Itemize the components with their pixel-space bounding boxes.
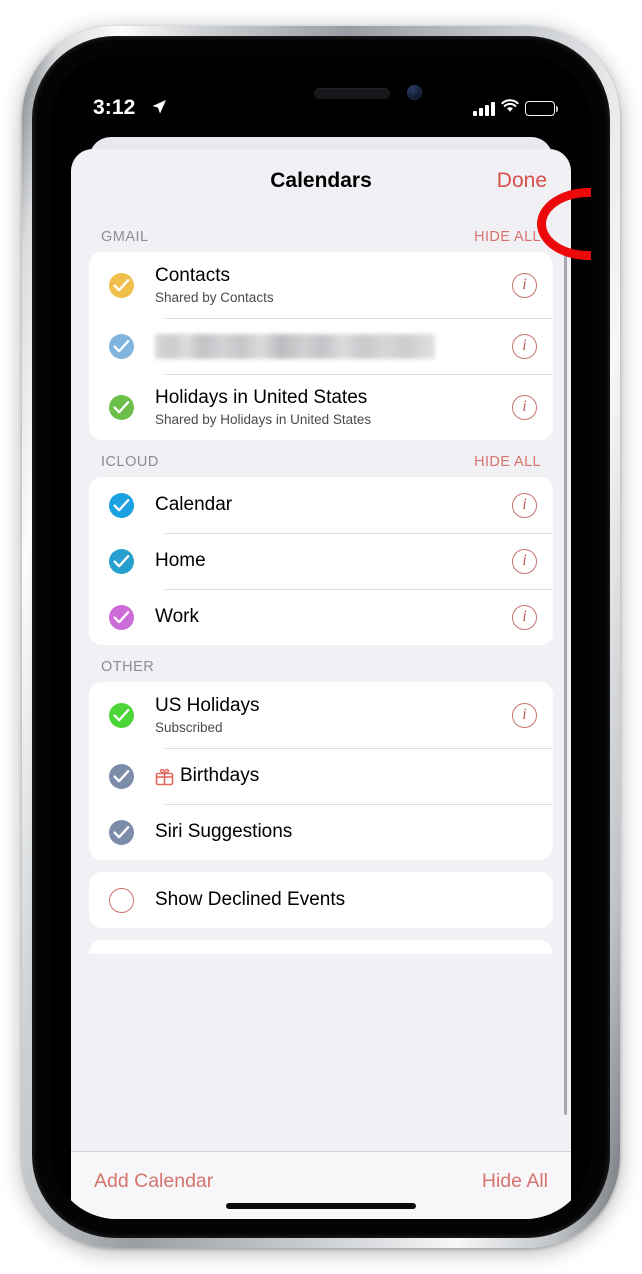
bottom-toolbar: Add Calendar Hide All — [71, 1151, 571, 1219]
row-title: Contacts — [155, 265, 230, 287]
partial-card-below — [89, 940, 553, 954]
section-other: OTHER US Holidays Subscribed i Birthdays Siri… — [89, 645, 553, 860]
section-header: OTHER — [89, 645, 553, 682]
calendar-row[interactable]: Work i — [89, 589, 553, 645]
section-hide-all-button[interactable]: HIDE ALL — [474, 454, 541, 470]
info-icon[interactable]: i — [512, 272, 537, 298]
row-title: Calendar — [155, 493, 233, 515]
checkbox-checked-icon[interactable] — [109, 604, 134, 630]
vertical-scrollbar[interactable] — [564, 253, 567, 1115]
calendars-sheet: Calendars Done GMAIL HIDE ALL Contacts Shar… — [71, 149, 571, 1219]
calendar-group-card: Contacts Shared by Contacts i i Holidays in … — [89, 252, 553, 440]
row-subtitle: Shared by Contacts — [155, 289, 274, 305]
section-title: GMAIL — [101, 229, 149, 245]
info-icon[interactable]: i — [512, 394, 537, 420]
section-title: OTHER — [101, 659, 155, 675]
row-title: Work — [155, 605, 199, 627]
row-text: Siri Suggestions — [155, 821, 537, 843]
section-header: GMAIL HIDE ALL — [89, 215, 553, 252]
row-subtitle: Shared by Holidays in United States — [155, 411, 372, 427]
calendars-list[interactable]: GMAIL HIDE ALL Contacts Shared by Contacts i… — [71, 215, 571, 1151]
add-calendar-button[interactable]: Add Calendar — [94, 1170, 213, 1193]
row-text: Home — [155, 550, 512, 572]
phone-screen: 3:12 Calendars Done GMAIL HIDE ALL Conta… — [51, 55, 591, 1219]
row-title-wrap: Calendar — [155, 494, 512, 516]
battery-icon — [525, 101, 559, 116]
calendar-row[interactable]: US Holidays Subscribed i — [89, 682, 553, 748]
row-title: Siri Suggestions — [155, 820, 293, 842]
sheet-header: Calendars Done — [71, 149, 571, 215]
checkbox-checked-icon[interactable] — [109, 702, 134, 728]
checkbox-checked-icon[interactable] — [109, 763, 134, 789]
row-title: Home — [155, 549, 206, 571]
redacted-calendar-name — [155, 333, 435, 359]
info-icon[interactable]: i — [512, 604, 537, 630]
row-title-wrap: Contacts — [155, 265, 512, 287]
wifi-icon — [501, 99, 519, 118]
row-show-declined-events[interactable]: Show Declined Events — [89, 872, 553, 928]
home-indicator[interactable] — [226, 1203, 416, 1209]
checkbox-checked-icon[interactable] — [109, 272, 134, 298]
gift-icon — [155, 767, 174, 786]
info-icon[interactable]: i — [512, 333, 537, 359]
row-text: Contacts Shared by Contacts — [155, 265, 512, 304]
calendar-group-card: US Holidays Subscribed i Birthdays Siri Sugg… — [89, 682, 553, 860]
row-title: Birthdays — [180, 764, 260, 786]
info-icon[interactable]: i — [512, 492, 537, 518]
section-icloud: ICLOUD HIDE ALL Calendar i Home i Work i — [89, 440, 553, 645]
checkbox-checked-icon[interactable] — [109, 492, 134, 518]
row-title-wrap: Siri Suggestions — [155, 821, 537, 843]
row-title-wrap: Home — [155, 550, 512, 572]
calendar-row[interactable]: Home i — [89, 533, 553, 589]
row-title: Holidays in United States — [155, 387, 368, 409]
section-header: ICLOUD HIDE ALL — [89, 440, 553, 477]
row-title: Show Declined Events — [155, 888, 346, 910]
phone-frame: 3:12 Calendars Done GMAIL HIDE ALL Conta… — [22, 26, 620, 1248]
calendar-group-card: Calendar i Home i Work i — [89, 477, 553, 645]
location-arrow-icon — [151, 99, 167, 120]
calendar-row[interactable]: Calendar i — [89, 477, 553, 533]
status-time: 3:12 — [93, 96, 136, 119]
row-title-wrap: Holidays in United States — [155, 387, 512, 409]
row-title-wrap: Work — [155, 606, 512, 628]
status-bar: 3:12 — [51, 95, 591, 129]
row-text: Holidays in United States Shared by Holid… — [155, 387, 512, 426]
row-subtitle: Subscribed — [155, 719, 223, 735]
done-button[interactable]: Done — [497, 169, 547, 193]
calendar-row[interactable]: Holidays in United States Shared by Holid… — [89, 374, 553, 440]
checkbox-checked-icon[interactable] — [109, 333, 134, 359]
row-title-wrap: US Holidays — [155, 695, 512, 717]
cellular-bars-icon — [473, 101, 495, 116]
checkbox-checked-icon[interactable] — [109, 548, 134, 574]
info-icon[interactable]: i — [512, 702, 537, 728]
status-indicators — [473, 99, 559, 118]
row-title-wrap: Birthdays — [155, 765, 537, 787]
row-text: Work — [155, 606, 512, 628]
calendar-row[interactable]: Birthdays — [89, 748, 553, 804]
row-text: US Holidays Subscribed — [155, 695, 512, 734]
checkbox-checked-icon[interactable] — [109, 394, 134, 420]
checkbox-checked-icon[interactable] — [109, 819, 134, 845]
calendar-row[interactable]: Siri Suggestions — [89, 804, 553, 860]
hide-all-button[interactable]: Hide All — [482, 1170, 548, 1193]
calendar-row[interactable]: i — [89, 318, 553, 374]
calendar-row[interactable]: Contacts Shared by Contacts i — [89, 252, 553, 318]
section-hide-all-button[interactable]: HIDE ALL — [474, 229, 541, 245]
row-text: Calendar — [155, 494, 512, 516]
section-gmail: GMAIL HIDE ALL Contacts Shared by Contacts i… — [89, 215, 553, 440]
options-card: Show Declined Events — [89, 872, 553, 928]
row-text — [155, 333, 512, 359]
section-title: ICLOUD — [101, 454, 159, 470]
phone-bezel: 3:12 Calendars Done GMAIL HIDE ALL Conta… — [32, 36, 610, 1238]
section-options: Show Declined Events — [89, 872, 553, 928]
checkbox-unchecked-icon[interactable] — [109, 887, 134, 913]
row-text: Birthdays — [155, 765, 537, 787]
row-title: US Holidays — [155, 695, 260, 717]
info-icon[interactable]: i — [512, 548, 537, 574]
